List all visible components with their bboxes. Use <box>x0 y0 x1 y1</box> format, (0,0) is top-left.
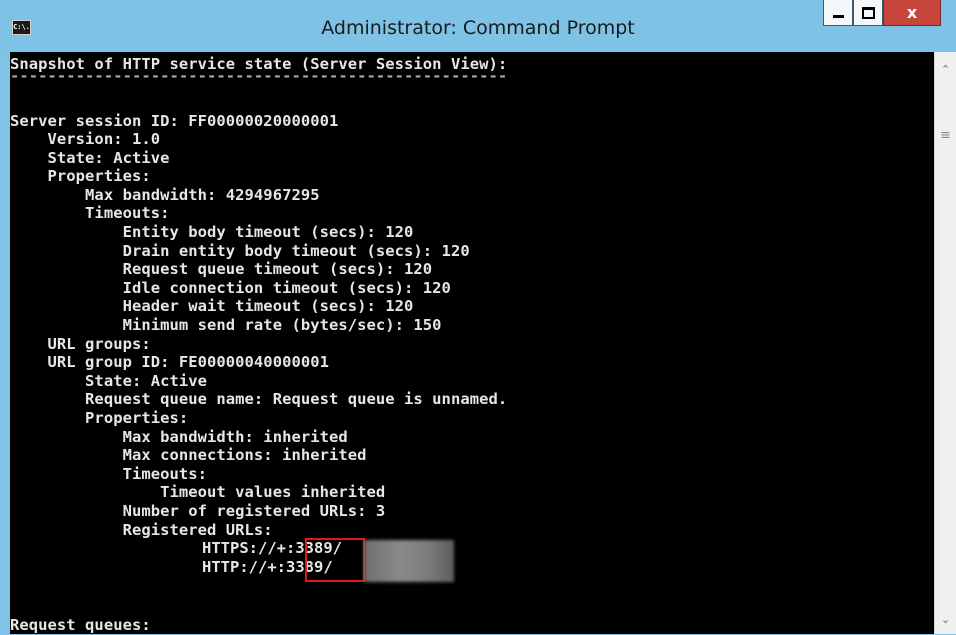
console-line: URL groups: <box>10 335 151 353</box>
console-line: Properties: <box>10 409 189 427</box>
console-line: Max bandwidth: inherited <box>10 428 348 446</box>
console-line: Server session ID: FF00000020000001 <box>10 112 339 130</box>
console-line: Version: 1.0 <box>10 130 161 148</box>
redacted-url-path <box>364 540 454 582</box>
console-line: Max connections: inherited <box>10 446 367 464</box>
console-line: Idle connection timeout (secs): 120 <box>10 279 451 297</box>
console-line: Properties: <box>10 167 151 185</box>
port-highlight-box <box>305 538 365 582</box>
title-bar[interactable]: C:\. Administrator: Command Prompt x <box>0 0 956 52</box>
console-line: Timeouts: <box>10 465 208 483</box>
console-line: State: Active <box>10 149 170 167</box>
maximize-icon <box>861 6 875 19</box>
console-line: Request queue timeout (secs): 120 <box>10 260 433 278</box>
console-line: Timeouts: <box>10 204 170 222</box>
minimize-button[interactable] <box>823 0 853 26</box>
close-button[interactable]: x <box>883 0 941 26</box>
close-icon: x <box>906 2 918 22</box>
console-line: Request queue name: Request queue is unn… <box>10 390 508 408</box>
console-line: Timeout values inherited <box>10 483 386 501</box>
vertical-scrollbar[interactable]: ⌃ ≡ ⌄ <box>934 52 956 634</box>
console-separator: ----------------------------------------… <box>10 67 508 85</box>
scroll-down-icon[interactable]: ⌄ <box>935 610 956 630</box>
console-line: Drain entity body timeout (secs): 120 <box>10 242 470 260</box>
scroll-up-icon[interactable]: ⌃ <box>935 60 956 80</box>
console-line: URL group ID: FE00000040000001 <box>10 353 329 371</box>
command-prompt-window: C:\. Administrator: Command Prompt x Sna… <box>0 0 956 635</box>
scroll-thumb[interactable]: ≡ <box>939 122 952 150</box>
console-line: Max bandwidth: 4294967295 <box>10 186 320 204</box>
console-output[interactable]: Snapshot of HTTP service state (Server S… <box>10 52 934 634</box>
window-title: Administrator: Command Prompt <box>321 17 635 39</box>
console-line: Request queues: <box>10 616 151 634</box>
console-line: Minimum send rate (bytes/sec): 150 <box>10 316 442 334</box>
console-line: Header wait timeout (secs): 120 <box>10 297 414 315</box>
maximize-button[interactable] <box>853 0 883 26</box>
console-line: Entity body timeout (secs): 120 <box>10 223 414 241</box>
console-line: State: Active <box>10 372 208 390</box>
console-line: Registered URLs: <box>10 521 273 539</box>
minimize-icon <box>832 15 844 18</box>
console-line: Number of registered URLs: 3 <box>10 502 386 520</box>
